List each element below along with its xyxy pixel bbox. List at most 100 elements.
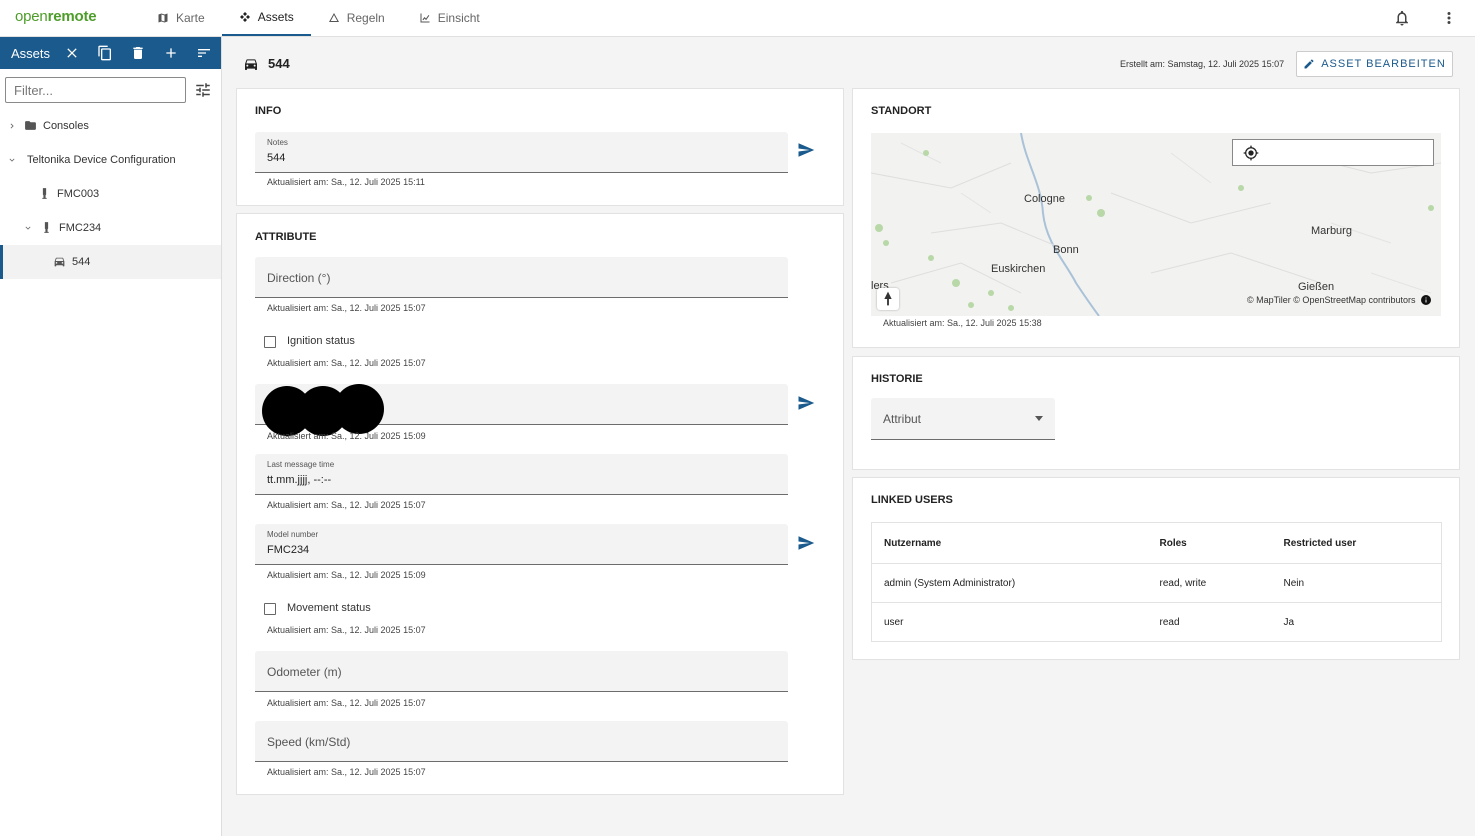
assets-icon bbox=[239, 12, 250, 22]
column-header[interactable]: Roles bbox=[1147, 522, 1272, 564]
tree-item-label: FMC234 bbox=[59, 222, 102, 234]
panel-title: LINKED USERS bbox=[871, 494, 953, 506]
updated-timestamp: Aktualisiert am: Sa., 12. Juli 2025 15:0… bbox=[267, 500, 426, 510]
tree-item-label: Teltonika Device Configuration bbox=[27, 154, 176, 166]
device-icon bbox=[40, 221, 54, 235]
tree-item-label: 544 bbox=[72, 256, 91, 268]
tree-item-544[interactable]: 544 bbox=[0, 245, 221, 279]
tree-item-teltonika[interactable]: Teltonika Device Configuration bbox=[0, 143, 221, 177]
table-cell: Nein bbox=[1271, 563, 1442, 603]
asset-title: 544 bbox=[268, 56, 290, 71]
close-button[interactable] bbox=[55, 37, 88, 69]
main-nav: Karte Assets Regeln Einsicht bbox=[140, 0, 497, 36]
field-label: Last message time bbox=[267, 460, 335, 469]
tree-item-label: Consoles bbox=[43, 120, 89, 132]
table-cell: user bbox=[871, 602, 1148, 642]
insights-icon bbox=[420, 13, 430, 23]
filter-input[interactable] bbox=[5, 77, 186, 103]
map[interactable]: Cologne Bonn Euskirchen Marburg Gießen l… bbox=[871, 133, 1441, 316]
send-button[interactable] bbox=[797, 141, 819, 163]
nav-item-insights[interactable]: Einsicht bbox=[402, 0, 497, 36]
logo[interactable]: openremote bbox=[15, 8, 97, 25]
speed-field[interactable]: Speed (km/Std) bbox=[255, 721, 788, 762]
delete-button[interactable] bbox=[121, 37, 154, 69]
nav-label: Regeln bbox=[346, 11, 385, 25]
created-date: Erstellt am: Samstag, 12. Juli 2025 15:0… bbox=[1120, 59, 1285, 69]
notifications-bell-icon[interactable] bbox=[1393, 9, 1411, 27]
updated-timestamp: Aktualisiert am: Sa., 12. Juli 2025 15:0… bbox=[267, 625, 426, 635]
car-icon bbox=[53, 255, 67, 269]
asset-sidebar: Assets Consoles Teltonika Device Configu… bbox=[0, 37, 222, 836]
table-cell: Ja bbox=[1271, 602, 1442, 642]
tree-item-fmc234[interactable]: FMC234 bbox=[0, 211, 221, 245]
my-location-icon bbox=[1243, 145, 1259, 161]
nav-item-rules[interactable]: Regeln bbox=[311, 0, 402, 36]
panel-title: HISTORIE bbox=[871, 373, 923, 385]
tree-item-fmc003[interactable]: FMC003 bbox=[0, 177, 221, 211]
updated-timestamp: Aktualisiert am: Sa., 12. Juli 2025 15:0… bbox=[267, 358, 426, 368]
movement-checkbox[interactable] bbox=[264, 603, 276, 615]
logo-text-open: open bbox=[15, 8, 48, 25]
location-panel: STANDORT Cologne Bonn Euskirchen Marburg… bbox=[852, 88, 1460, 348]
compass-icon bbox=[884, 291, 892, 306]
info-icon[interactable] bbox=[1420, 293, 1432, 305]
compass-button[interactable] bbox=[877, 288, 899, 310]
field-value: FMC234 bbox=[267, 544, 310, 556]
column-header[interactable]: Restricted user bbox=[1271, 522, 1442, 564]
field-label: Notes bbox=[267, 138, 288, 147]
asset-tree: Consoles Teltonika Device Configuration … bbox=[0, 109, 221, 279]
updated-timestamp: Aktualisiert am: Sa., 12. Juli 2025 15:0… bbox=[267, 570, 426, 580]
chevron-down-icon[interactable] bbox=[22, 222, 34, 234]
copy-button[interactable] bbox=[88, 37, 121, 69]
linked-users-panel: LINKED USERS Nutzername Roles Restricted… bbox=[852, 477, 1460, 660]
table-row[interactable]: user read Ja bbox=[871, 602, 1442, 642]
chevron-down-icon[interactable] bbox=[6, 154, 18, 166]
notes-field[interactable]: Notes 544 bbox=[255, 132, 788, 173]
table-cell: admin (System Administrator) bbox=[871, 563, 1148, 603]
add-button[interactable] bbox=[155, 37, 188, 69]
field-placeholder: Odometer (m) bbox=[267, 665, 342, 679]
redaction-mark bbox=[334, 384, 384, 434]
map-city-label: Cologne bbox=[1024, 193, 1065, 205]
tree-item-consoles[interactable]: Consoles bbox=[0, 109, 221, 143]
nav-item-map[interactable]: Karte bbox=[140, 0, 222, 36]
table-header-row: Nutzername Roles Restricted user bbox=[871, 522, 1442, 564]
select-placeholder: Attribut bbox=[883, 412, 922, 426]
attribute-select[interactable]: Attribut bbox=[871, 398, 1055, 440]
map-city-label: Euskirchen bbox=[991, 263, 1046, 275]
ignition-checkbox[interactable] bbox=[264, 336, 276, 348]
send-button[interactable] bbox=[797, 534, 819, 556]
checkbox-label: Movement status bbox=[287, 602, 371, 614]
sort-button[interactable] bbox=[188, 37, 221, 69]
field-placeholder: Speed (km/Std) bbox=[267, 735, 351, 749]
sidebar-header: Assets bbox=[0, 37, 221, 69]
filter-settings-icon[interactable] bbox=[194, 81, 212, 99]
rules-icon bbox=[328, 13, 339, 22]
history-panel: HISTORIE Attribut bbox=[852, 356, 1460, 470]
nav-item-assets[interactable]: Assets bbox=[221, 0, 311, 36]
column-header[interactable]: Nutzername bbox=[871, 522, 1148, 564]
attribute-panel: ATTRIBUTE Direction (°) Aktualisiert am:… bbox=[236, 213, 844, 795]
checkbox-label: Ignition status bbox=[287, 335, 355, 347]
map-icon bbox=[158, 13, 168, 23]
panel-title: INFO bbox=[255, 105, 282, 117]
table-row[interactable]: admin (System Administrator) read, write… bbox=[871, 563, 1442, 603]
updated-timestamp: Aktualisiert am: Sa., 12. Juli 2025 15:3… bbox=[883, 318, 1042, 328]
sort-icon bbox=[198, 49, 211, 57]
map-location-search[interactable] bbox=[1232, 139, 1434, 166]
direction-field[interactable]: Direction (°) bbox=[255, 257, 788, 298]
top-bar: openremote Karte Assets Regeln Einsicht bbox=[0, 0, 1475, 37]
panel-title: STANDORT bbox=[871, 105, 932, 117]
pencil-icon bbox=[1304, 59, 1314, 69]
model-number-field[interactable]: Model number FMC234 bbox=[255, 524, 788, 565]
edit-asset-button[interactable]: ASSET BEARBEITEN bbox=[1296, 51, 1453, 77]
table-cell: read bbox=[1147, 602, 1272, 642]
send-icon bbox=[798, 396, 815, 410]
last-message-field[interactable]: Last message time tt.mm.jjjj, --:-- bbox=[255, 454, 788, 495]
send-button[interactable] bbox=[797, 394, 819, 416]
more-menu-icon[interactable] bbox=[1440, 9, 1458, 27]
chevron-right-icon[interactable] bbox=[6, 120, 18, 132]
trash-icon bbox=[133, 47, 143, 59]
odometer-field[interactable]: Odometer (m) bbox=[255, 651, 788, 692]
map-city-label: Marburg bbox=[1311, 225, 1352, 237]
